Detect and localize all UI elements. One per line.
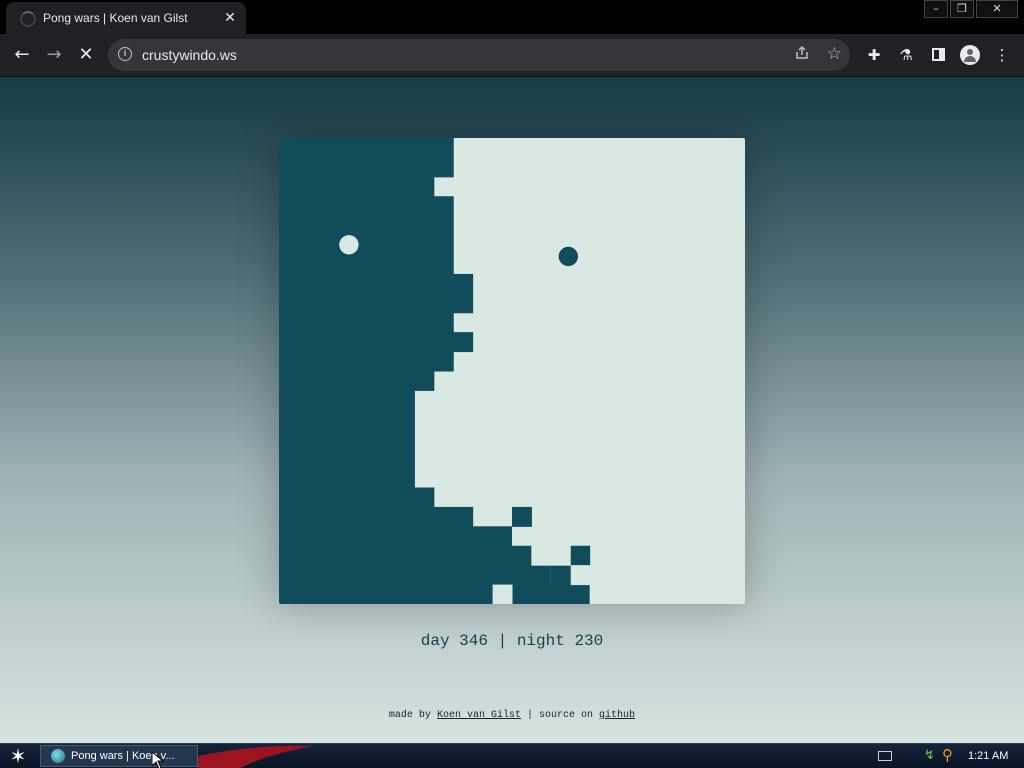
night-territory-row bbox=[279, 351, 454, 372]
wallpaper-swoosh bbox=[198, 745, 313, 768]
night-territory-row bbox=[279, 254, 454, 275]
pong-canvas bbox=[279, 138, 745, 604]
url-text[interactable]: crustywindo.ws bbox=[142, 47, 237, 63]
night-label: night bbox=[516, 632, 565, 650]
night-cell bbox=[570, 545, 591, 566]
night-territory-row bbox=[279, 545, 532, 566]
credits-separator: | bbox=[526, 710, 533, 721]
night-territory-row bbox=[279, 157, 454, 178]
day-cell bbox=[531, 545, 552, 566]
start-button[interactable]: ✶ bbox=[8, 746, 28, 766]
taskbar-clock[interactable]: 1:21 AM bbox=[968, 750, 1008, 762]
night-ball bbox=[558, 246, 579, 267]
made-by-text: made by bbox=[388, 710, 431, 721]
night-territory-row bbox=[279, 293, 474, 314]
day-ball bbox=[339, 235, 359, 255]
night-territory-row bbox=[279, 429, 415, 450]
author-link[interactable]: Koen van Gilst bbox=[437, 710, 521, 721]
night-territory-row bbox=[279, 506, 474, 527]
day-score: 346 bbox=[459, 632, 488, 650]
night-territory-row bbox=[279, 584, 590, 604]
day-cell bbox=[550, 545, 571, 566]
tab-pong-wars[interactable]: Pong wars | Koen van Gilst ✕ bbox=[6, 2, 246, 34]
day-cell bbox=[570, 565, 591, 586]
flask-icon[interactable]: ⚗ bbox=[896, 45, 916, 65]
night-territory-row bbox=[279, 332, 474, 353]
day-label: day bbox=[420, 632, 450, 650]
taskbar-browser-button[interactable]: Pong wars | Koen v... bbox=[40, 745, 198, 767]
night-territory-row bbox=[279, 468, 415, 488]
night-territory-row bbox=[279, 215, 454, 236]
night-score: 230 bbox=[574, 632, 604, 650]
side-panel-icon[interactable] bbox=[928, 45, 948, 65]
search-icon[interactable]: ⚲ bbox=[942, 746, 953, 764]
tab-strip: Pong wars | Koen van Gilst ✕ – ❐ ✕ bbox=[0, 0, 1024, 34]
night-territory-row bbox=[279, 371, 435, 391]
desktop-screen: Pong wars | Koen van Gilst ✕ – ❐ ✕ ← → ✕… bbox=[0, 0, 1024, 768]
day-cell bbox=[492, 584, 513, 604]
night-territory-row bbox=[279, 235, 454, 255]
night-territory-row bbox=[279, 273, 474, 294]
browser-app-icon bbox=[51, 749, 65, 763]
network-icon[interactable]: ↯ bbox=[924, 748, 935, 763]
night-territory-row bbox=[279, 312, 454, 333]
night-territory-row bbox=[279, 390, 415, 411]
pong-board bbox=[279, 138, 745, 604]
night-territory-row bbox=[279, 196, 454, 217]
avatar bbox=[960, 45, 980, 65]
source-text: source on bbox=[539, 710, 594, 721]
forward-button[interactable]: → bbox=[42, 43, 66, 67]
night-cell bbox=[550, 565, 571, 586]
share-icon[interactable] bbox=[794, 45, 810, 65]
back-button[interactable]: ← bbox=[10, 43, 34, 67]
menu-icon[interactable]: ⋮ bbox=[992, 45, 1012, 65]
night-cell bbox=[512, 506, 532, 527]
stop-loading-button[interactable]: ✕ bbox=[74, 43, 98, 67]
night-territory-row bbox=[279, 176, 435, 197]
credits-line: made by Koen van Gilst | source on githu… bbox=[0, 710, 1024, 721]
night-territory-row bbox=[279, 448, 415, 469]
score-separator: | bbox=[497, 632, 508, 650]
loading-spinner-icon bbox=[20, 11, 36, 27]
night-territory-row bbox=[279, 409, 415, 430]
close-window-button[interactable]: ✕ bbox=[976, 0, 1018, 18]
github-link[interactable]: github bbox=[599, 710, 635, 721]
minimize-button[interactable]: – bbox=[924, 0, 948, 18]
score-line: day 346 | night 230 bbox=[0, 632, 1024, 650]
night-territory-row bbox=[279, 565, 551, 586]
page-content: day 346 | night 230 made by Koen van Gil… bbox=[0, 77, 1024, 743]
profile-icon[interactable] bbox=[960, 45, 980, 65]
tab-title: Pong wars | Koen van Gilst bbox=[43, 11, 188, 25]
bookmark-star-icon[interactable]: ☆ bbox=[827, 44, 842, 64]
side-panel-shape bbox=[931, 48, 945, 61]
share-icon-svg bbox=[796, 45, 808, 59]
mouse-cursor-icon bbox=[152, 752, 164, 768]
night-territory-row bbox=[279, 526, 512, 547]
night-territory-row bbox=[279, 487, 435, 508]
restore-button[interactable]: ❐ bbox=[950, 0, 974, 18]
keyboard-icon[interactable] bbox=[878, 751, 892, 761]
address-bar[interactable]: i crustywindo.ws ☆ bbox=[108, 39, 850, 71]
window-controls: – ❐ ✕ bbox=[924, 0, 1018, 18]
tab-close-icon[interactable]: ✕ bbox=[222, 9, 238, 25]
puzzle-icon[interactable]: ✚ bbox=[864, 45, 884, 65]
site-info-icon[interactable]: i bbox=[118, 47, 132, 61]
browser-toolbar: ← → ✕ i crustywindo.ws ☆ ✚ ⚗ ⋮ bbox=[0, 34, 1024, 77]
night-territory-row bbox=[279, 138, 454, 158]
